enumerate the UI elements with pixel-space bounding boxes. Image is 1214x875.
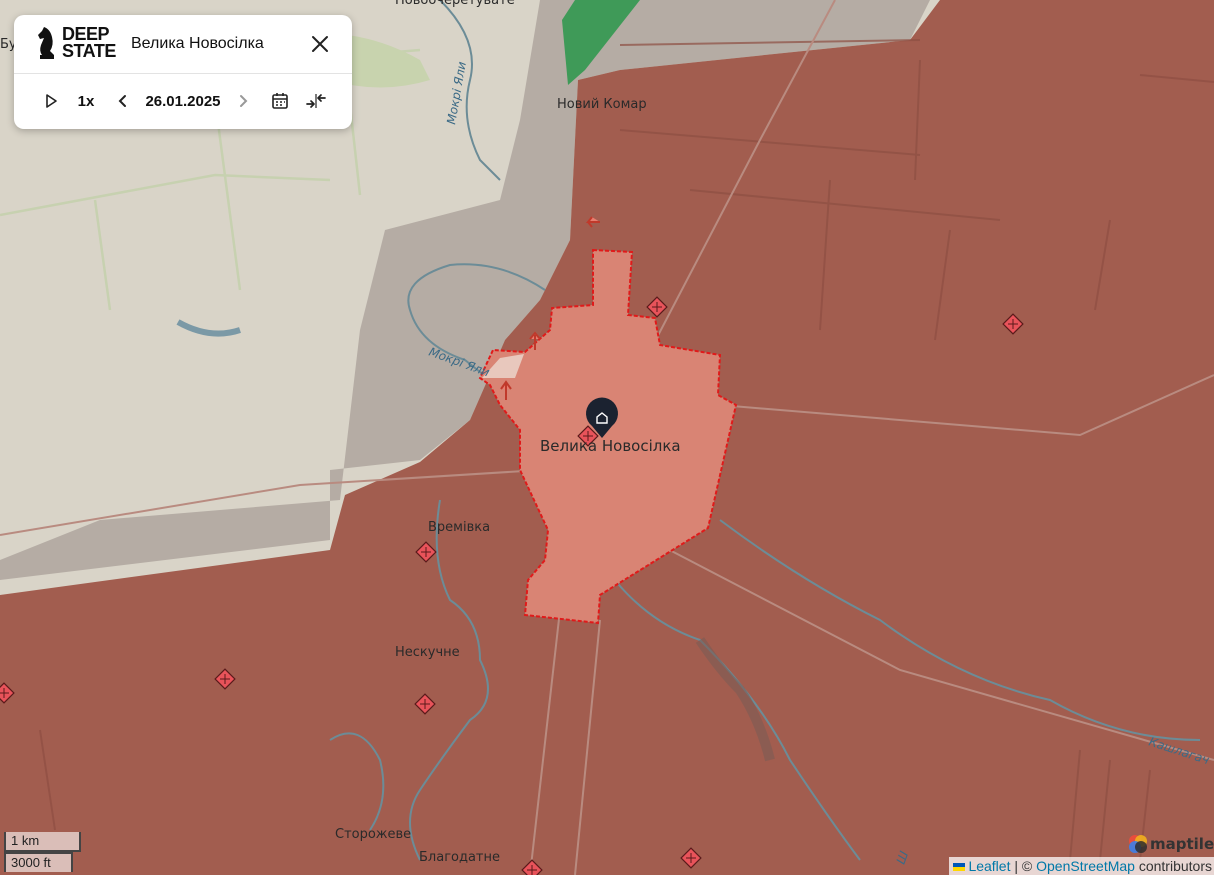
- knight-logo-icon: [38, 27, 54, 59]
- next-date-button[interactable]: [236, 88, 252, 114]
- attribution-separator: | ©: [1014, 858, 1033, 874]
- panel-header: DEEP STATE Велика Новосілка: [14, 15, 352, 74]
- ukraine-flag-icon: [952, 863, 965, 871]
- compare-button[interactable]: [304, 88, 328, 114]
- label-novyi-komar: Новий Комар: [557, 97, 647, 112]
- label-velyka-novosilka: Велика Новосілка: [540, 437, 681, 455]
- play-button[interactable]: [42, 88, 60, 114]
- speed-toggle[interactable]: 1x: [74, 88, 98, 114]
- date-display[interactable]: 26.01.2025: [144, 88, 222, 114]
- label-blahodatne: Благодатне: [419, 850, 500, 865]
- maptiler-icon: [1129, 835, 1147, 853]
- prev-date-button[interactable]: [114, 88, 130, 114]
- label-vremivka: Времівка: [428, 520, 490, 535]
- maptiler-logo[interactable]: maptiler: [1128, 834, 1214, 854]
- scale-ft: 3000 ft: [4, 852, 73, 872]
- leaflet-link[interactable]: Leaflet: [968, 858, 1010, 874]
- osm-link[interactable]: OpenStreetMap: [1036, 858, 1135, 874]
- compress-icon: [306, 94, 326, 108]
- control-panel: DEEP STATE Велика Новосілка 1x 26.01.202…: [14, 15, 352, 129]
- attribution: Leaflet | © OpenStreetMap contributors: [948, 857, 1214, 875]
- map-canvas[interactable]: Новоочеретувате Новий Комар Велика Новос…: [0, 0, 1214, 875]
- logo-line-2: STATE: [62, 41, 116, 61]
- close-icon: [312, 36, 328, 52]
- calendar-button[interactable]: [269, 88, 291, 114]
- label-storozheve: Сторожеве: [335, 827, 411, 842]
- deepstate-logo[interactable]: DEEP STATE: [36, 25, 116, 61]
- close-button[interactable]: [309, 33, 331, 55]
- timeline-controls: 1x 26.01.2025: [14, 74, 352, 130]
- maptiler-text: maptiler: [1150, 835, 1214, 853]
- place-title: Велика Новосілка: [131, 35, 264, 52]
- scale-km: 1 km: [4, 832, 81, 852]
- prev-icon: [118, 95, 126, 107]
- next-icon: [240, 95, 248, 107]
- attribution-contributors: contributors: [1138, 858, 1212, 874]
- label-neskuchne: Нескучне: [395, 645, 460, 660]
- label-novoocheretuvate: Новоочеретувате: [395, 0, 515, 8]
- play-icon: [46, 94, 57, 108]
- logo-text: DEEP STATE: [62, 25, 116, 61]
- calendar-icon: [272, 93, 288, 109]
